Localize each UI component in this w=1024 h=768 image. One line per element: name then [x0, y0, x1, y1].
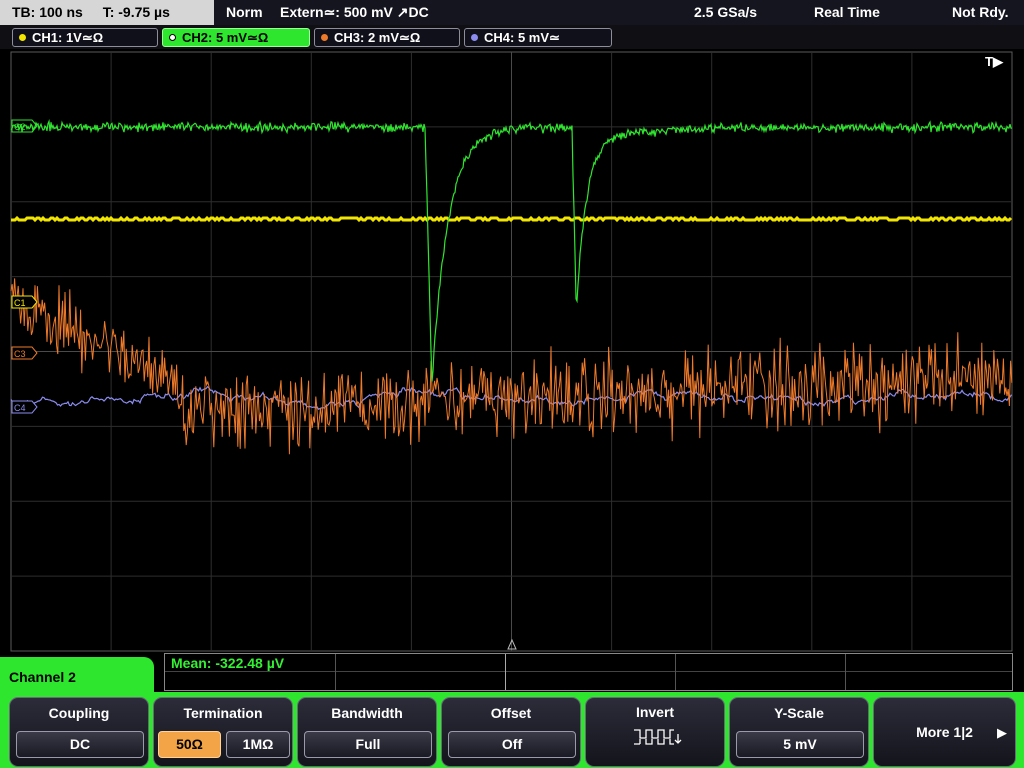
coupling-title: Coupling [48, 705, 110, 721]
measurement-divider [675, 654, 676, 690]
waveform-grid [10, 51, 1013, 652]
yscale-value[interactable]: 5 mV [736, 731, 864, 758]
more-label: More 1|2 [916, 724, 973, 740]
offset-title: Offset [490, 705, 532, 721]
trigger-position-marker: T▶ [985, 54, 1004, 69]
offset-value[interactable]: Off [448, 731, 576, 758]
ch4-marker-label: C4 [14, 403, 26, 413]
more-arrow-icon: ▶ [997, 725, 1007, 740]
mean-measurement: Mean: -322.48 µV [171, 655, 285, 671]
termination-title: Termination [183, 705, 263, 721]
bandwidth-value[interactable]: Full [304, 731, 432, 758]
coupling-value[interactable]: DC [16, 731, 144, 758]
ch4-ground-marker[interactable]: C4 [11, 400, 38, 414]
ch1-ground-marker[interactable]: C1 [11, 295, 38, 309]
more-softkey[interactable]: More 1|2 ▶ [873, 697, 1016, 767]
termination-1mohm-button[interactable]: 1MΩ [226, 731, 290, 758]
menu-title-tab[interactable]: Channel 2 [0, 657, 154, 697]
ch1-trace [11, 215, 1013, 223]
bandwidth-softkey[interactable]: Bandwidth Full [297, 697, 437, 767]
ch3-marker-label: C3 [14, 349, 26, 359]
ch1-marker-label: C1 [14, 298, 26, 308]
invert-softkey[interactable]: Invert [585, 697, 725, 767]
invert-title: Invert [635, 704, 675, 720]
measurement-panel: Mean: -322.48 µV [164, 653, 1013, 691]
invert-waveform-icon [634, 729, 682, 745]
measurement-divider [845, 654, 846, 690]
termination-50ohm-button[interactable]: 50Ω [158, 731, 221, 758]
measurement-divider [335, 654, 336, 690]
ch2-marker-label: C2 [14, 122, 26, 132]
offset-softkey[interactable]: Offset Off [441, 697, 581, 767]
ch3-ground-marker[interactable]: C3 [11, 346, 38, 360]
yscale-softkey[interactable]: Y-Scale 5 mV [729, 697, 869, 767]
termination-softkey[interactable]: Termination 50Ω 1MΩ [153, 697, 293, 767]
yscale-title: Y-Scale [774, 705, 824, 721]
measurement-divider [165, 671, 1012, 672]
bandwidth-title: Bandwidth [331, 705, 403, 721]
measurement-divider [505, 654, 506, 690]
coupling-softkey[interactable]: Coupling DC [9, 697, 149, 767]
ch2-ground-marker[interactable]: C2 [11, 119, 38, 133]
